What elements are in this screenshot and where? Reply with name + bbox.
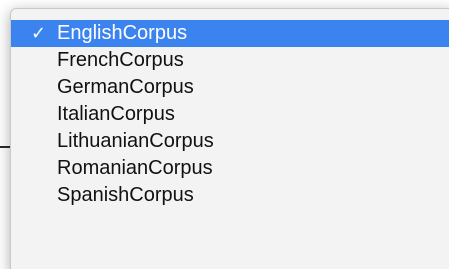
- menu-item-label: ItalianCorpus: [57, 103, 175, 125]
- screen: ✓ EnglishCorpus FrenchCorpus GermanCorpu…: [0, 0, 449, 269]
- menu-item-label: RomanianCorpus: [57, 157, 213, 179]
- menu-item-label: SpanishCorpus: [57, 184, 194, 206]
- corpus-dropdown-menu: ✓ EnglishCorpus FrenchCorpus GermanCorpu…: [10, 8, 449, 269]
- menu-item-label: EnglishCorpus: [57, 22, 188, 44]
- menu-item-label: GermanCorpus: [57, 76, 194, 98]
- menu-item-lithuanian-corpus[interactable]: LithuanianCorpus: [11, 128, 449, 155]
- menu-item-romanian-corpus[interactable]: RomanianCorpus: [11, 155, 449, 182]
- menu-item-german-corpus[interactable]: GermanCorpus: [11, 74, 449, 101]
- menu-item-label: FrenchCorpus: [57, 49, 184, 71]
- menu-item-english-corpus[interactable]: ✓ EnglishCorpus: [11, 20, 449, 47]
- menu-item-label: LithuanianCorpus: [57, 130, 214, 152]
- menu-item-french-corpus[interactable]: FrenchCorpus: [11, 47, 449, 74]
- menu-item-spanish-corpus[interactable]: SpanishCorpus: [11, 182, 449, 209]
- checkmark-icon: ✓: [31, 23, 47, 43]
- menu-item-italian-corpus[interactable]: ItalianCorpus: [11, 101, 449, 128]
